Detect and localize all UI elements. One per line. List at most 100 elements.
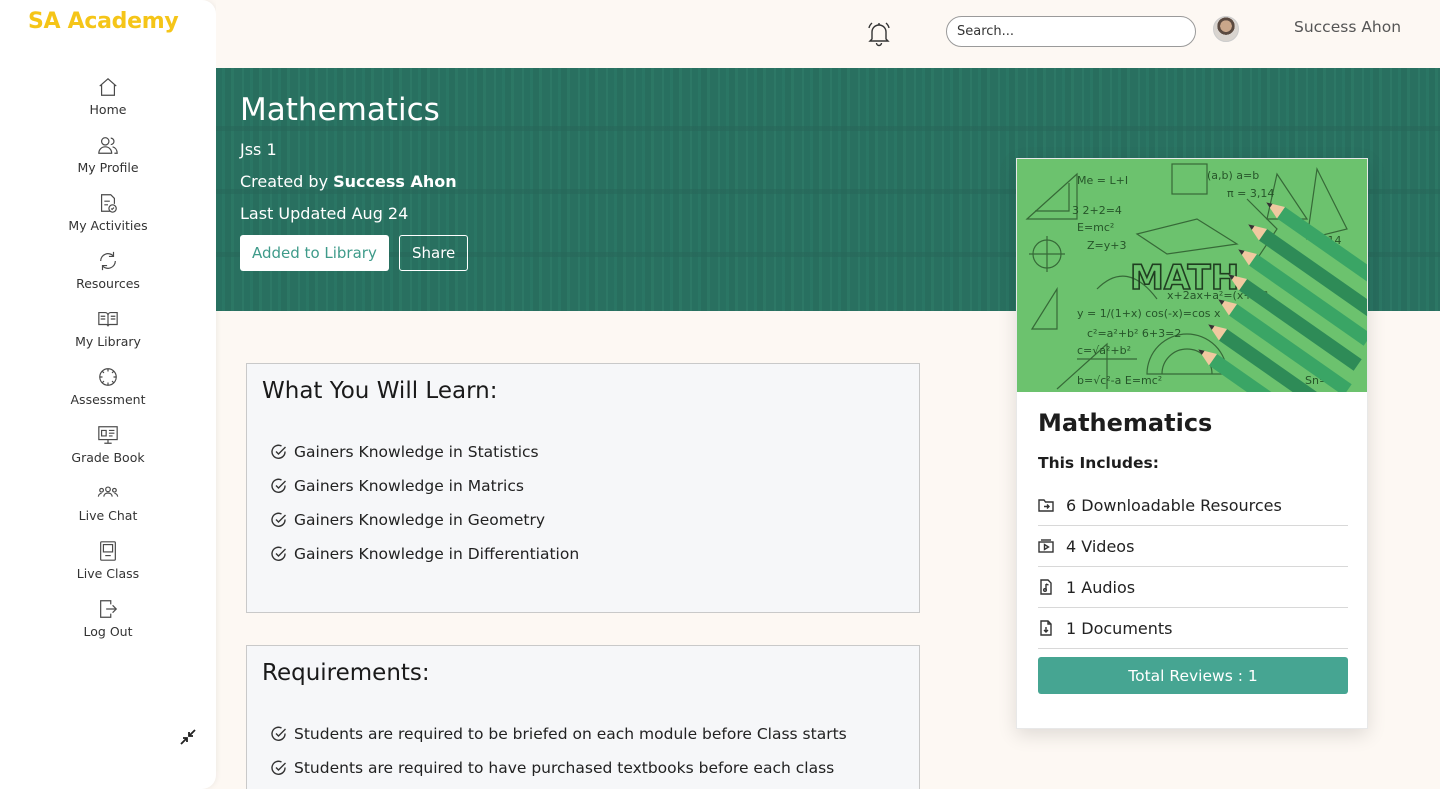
list-item-text: Students are required to be briefed on e… (294, 725, 847, 743)
includes-list: 6 Downloadable Resources 4 Videos 1 Audi… (1038, 485, 1348, 649)
include-item-label: 4 Videos (1066, 536, 1135, 556)
top-bar: Success Ahon (216, 0, 1440, 68)
sidebar-item-label: My Profile (77, 160, 139, 175)
sidebar-nav: Home My Profile My Activities Resources … (0, 76, 216, 656)
collapse-sidebar-button[interactable] (180, 729, 196, 745)
svg-text:3 2+2=4: 3 2+2=4 (1072, 204, 1122, 217)
created-by: Created by Success Ahon (240, 172, 457, 191)
list-item: Gainers Knowledge in Differentiation (271, 537, 579, 571)
learn-list: Gainers Knowledge in Statistics Gainers … (271, 435, 579, 571)
sidebar-item-label: Live Class (76, 566, 140, 581)
sidebar-item-home[interactable]: Home (0, 76, 216, 134)
refresh-icon (100, 251, 116, 271)
list-item: Gainers Knowledge in Matrics (271, 469, 579, 503)
course-title: Mathematics (240, 92, 440, 128)
include-item-audios: 1 Audios (1038, 567, 1348, 608)
svg-text:(a,b) a=b: (a,b) a=b (1207, 169, 1259, 182)
check-circle-icon (271, 478, 286, 493)
sidebar-item-grade-book[interactable]: Grade Book (0, 424, 216, 482)
check-circle-icon (271, 726, 286, 741)
course-thumbnail: Me = L+I (a,b) a=b π = 3,14 3 2+2=4 E=mc… (1017, 159, 1367, 392)
activity-icon (100, 194, 117, 213)
sidebar-item-my-library[interactable]: My Library (0, 308, 216, 366)
svg-text:b=√c²-a E=mc²: b=√c²-a E=mc² (1077, 374, 1162, 387)
last-updated: Last Updated Aug 24 (240, 204, 409, 223)
video-icon (1038, 539, 1054, 553)
class-level: Jss 1 (240, 140, 277, 159)
svg-text:Me = L+I: Me = L+I (1077, 174, 1128, 187)
image-math-text: MATH (1130, 258, 1239, 298)
username[interactable]: Success Ahon (1294, 18, 1401, 36)
users-icon (98, 137, 118, 154)
share-button[interactable]: Share (399, 235, 469, 271)
home-icon (99, 77, 117, 96)
svg-text:Z=y+3: Z=y+3 (1087, 239, 1126, 252)
sidebar-item-live-class[interactable]: Live Class (0, 540, 216, 598)
svg-text:y = 1/(1+x) cos(-x)=cos x: y = 1/(1+x) cos(-x)=cos x (1077, 307, 1221, 320)
check-circle-icon (271, 760, 286, 775)
created-by-prefix: Created by (240, 172, 334, 191)
sidebar: SA Academy Home My Profile My Activities… (0, 0, 216, 789)
svg-text:π = 3,14: π = 3,14 (1227, 187, 1274, 200)
audio-file-icon (1040, 579, 1052, 595)
sidebar-item-label: Assessment (70, 392, 146, 407)
svg-text:c²=a²+b² 6+3=2: c²=a²+b² 6+3=2 (1087, 327, 1181, 340)
sidebar-item-label: Home (89, 102, 127, 117)
added-to-library-button[interactable]: Added to Library (240, 235, 389, 271)
svg-text:c=√a²+b²: c=√a²+b² (1077, 344, 1131, 357)
total-reviews-button[interactable]: Total Reviews : 1 (1038, 657, 1348, 694)
search-input[interactable] (946, 16, 1196, 47)
course-summary-card: Me = L+I (a,b) a=b π = 3,14 3 2+2=4 E=mc… (1016, 158, 1368, 729)
creator-name: Success Ahon (333, 172, 457, 191)
sidebar-item-assessment[interactable]: Assessment (0, 366, 216, 424)
math-illustration: Me = L+I (a,b) a=b π = 3,14 3 2+2=4 E=mc… (1017, 159, 1367, 392)
list-item-text: Gainers Knowledge in Matrics (294, 477, 524, 495)
sidebar-item-label: Grade Book (71, 450, 145, 465)
logout-icon (100, 600, 118, 618)
list-item-text: Gainers Knowledge in Geometry (294, 511, 546, 529)
sidebar-item-label: Resources (76, 276, 140, 291)
screen-icon (100, 541, 116, 561)
dial-icon (99, 368, 117, 386)
sidebar-item-my-profile[interactable]: My Profile (0, 134, 216, 192)
check-circle-icon (271, 444, 286, 459)
list-item: Gainers Knowledge in Geometry (271, 503, 579, 537)
sidebar-item-my-activities[interactable]: My Activities (0, 192, 216, 250)
sidebar-item-label: Live Chat (78, 508, 138, 523)
requirements-title: Requirements: (262, 660, 430, 686)
collapse-arrows-icon (180, 729, 196, 745)
document-icon (1040, 620, 1052, 636)
learn-section: What You Will Learn: Gainers Knowledge i… (246, 363, 920, 613)
folder-icon (1038, 499, 1054, 512)
include-item-label: 1 Audios (1066, 577, 1136, 597)
sidebar-item-label: My Activities (68, 218, 148, 233)
list-item-text: Students are required to have purchased … (294, 759, 835, 777)
notifications-button[interactable] (866, 20, 892, 48)
bell-icon (868, 22, 890, 47)
sidebar-item-live-chat[interactable]: Live Chat (0, 482, 216, 540)
include-item-resources: 6 Downloadable Resources (1038, 485, 1348, 526)
list-item-text: Gainers Knowledge in Statistics (294, 443, 539, 461)
brand-logo[interactable]: SA Academy (28, 9, 179, 34)
group-icon (97, 486, 119, 497)
svg-text:E=mc²: E=mc² (1077, 221, 1114, 234)
sidebar-item-label: Log Out (83, 624, 133, 639)
include-item-label: 1 Documents (1066, 618, 1173, 638)
list-item: Students are required to be briefed on e… (271, 717, 847, 751)
avatar[interactable] (1213, 16, 1239, 42)
check-circle-icon (271, 512, 286, 527)
requirements-list: Students are required to be briefed on e… (271, 717, 847, 785)
includes-label: This Includes: (1038, 454, 1159, 472)
include-item-documents: 1 Documents (1038, 608, 1348, 649)
sidebar-item-log-out[interactable]: Log Out (0, 598, 216, 656)
board-icon (98, 426, 118, 444)
sidebar-item-resources[interactable]: Resources (0, 250, 216, 308)
include-item-videos: 4 Videos (1038, 526, 1348, 567)
book-icon (98, 311, 118, 327)
card-course-title: Mathematics (1038, 409, 1213, 437)
include-item-label: 6 Downloadable Resources (1066, 495, 1282, 515)
list-item: Students are required to have purchased … (271, 751, 847, 785)
requirements-section: Requirements: Students are required to b… (246, 645, 920, 789)
learn-title: What You Will Learn: (262, 378, 498, 404)
list-item: Gainers Knowledge in Statistics (271, 435, 579, 469)
